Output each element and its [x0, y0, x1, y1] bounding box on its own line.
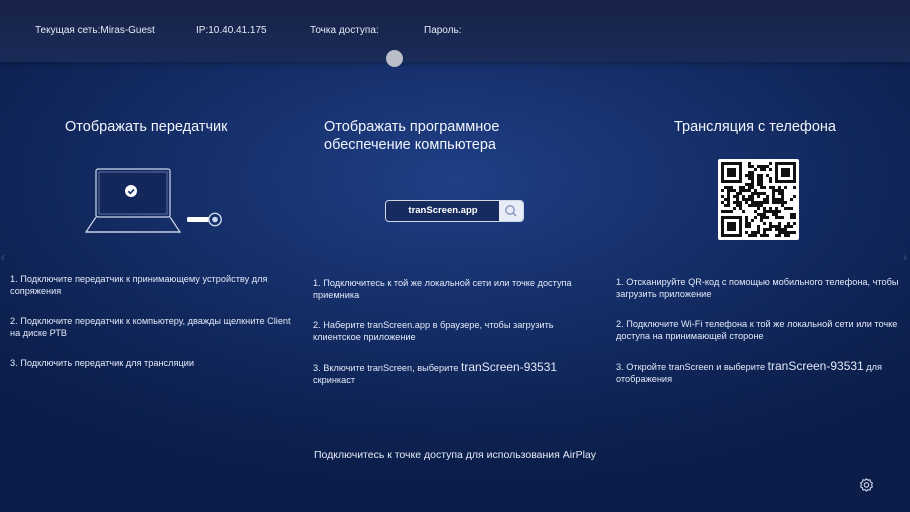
phone-steps: 1. Отсканируйте QR-код с помощью мобильн…	[616, 277, 901, 385]
transmitter-title: Отображать передатчик	[65, 119, 228, 135]
qr-code-graphic	[721, 162, 796, 237]
hotspot-label: Точка доступа:	[310, 25, 379, 36]
phone-step-2: 2. Подключите Wi-Fi телефона к той же ло…	[616, 319, 898, 341]
software-title-line-2: обеспечение компьютера	[324, 137, 496, 153]
laptop-icon	[84, 168, 222, 233]
ip-address-label: IP:10.40.41.175	[196, 25, 267, 36]
software-step-2: 2. Наберите tranScreen.app в браузере, ч…	[313, 320, 554, 342]
app-url-field[interactable]: tranScreen.app	[385, 200, 524, 222]
transmitter-step-1: 1. Подключите передатчик к принимающему …	[10, 274, 268, 296]
transmitter-step-3: 3. Подключить передатчик для трансляции	[10, 358, 195, 368]
software-device-code: tranScreen-93531	[461, 360, 558, 374]
qr-code	[718, 159, 799, 240]
software-title-line-1: Отображать программное	[324, 119, 500, 135]
password-label: Пароль:	[424, 25, 462, 36]
software-title: Отображать программное обеспечение компь…	[324, 118, 499, 154]
left-arrow-icon[interactable]: ‹	[1, 250, 5, 264]
dongle-icon	[187, 212, 222, 227]
transmitter-steps: 1. Подключите передатчик к принимающему …	[10, 274, 295, 370]
phone-step-3-text: 3. Откройте tranScreen и выберите	[616, 362, 768, 372]
software-step-3-text: 3. Включите tranScreen, выберите	[313, 363, 462, 373]
airplay-note: Подключитесь к точке доступа для использ…	[313, 449, 597, 461]
current-network-label: Текущая сеть:Miras-Guest	[35, 25, 155, 36]
status-bar: Текущая сеть:Miras-Guest IP:10.40.41.175…	[0, 0, 910, 62]
phone-title: Трансляция с телефона	[674, 119, 836, 135]
search-button[interactable]	[499, 201, 523, 221]
pull-down-handle[interactable]	[386, 50, 403, 67]
transmitter-step-2: 2. Подключите передатчик к компьютеру, д…	[10, 316, 291, 338]
phone-device-code: tranScreen-93531	[767, 359, 864, 373]
phone-step-3: 3. Откройте tranScreen и выберите tranSc…	[616, 359, 901, 385]
right-arrow-icon[interactable]: ›	[903, 250, 907, 264]
software-step-3: 3. Включите tranScreen, выберите tranScr…	[313, 360, 598, 386]
software-step-1: 1. Подключитесь к той же локальной сети …	[313, 278, 572, 300]
software-steps: 1. Подключитесь к той же локальной сети …	[313, 278, 598, 386]
search-icon	[505, 205, 517, 217]
gear-icon[interactable]	[858, 477, 875, 494]
phone-step-1: 1. Отсканируйте QR-код с помощью мобильн…	[616, 277, 899, 299]
software-step-3-suffix: скринкаст	[313, 374, 356, 385]
app-url-text: tranScreen.app	[408, 205, 478, 216]
